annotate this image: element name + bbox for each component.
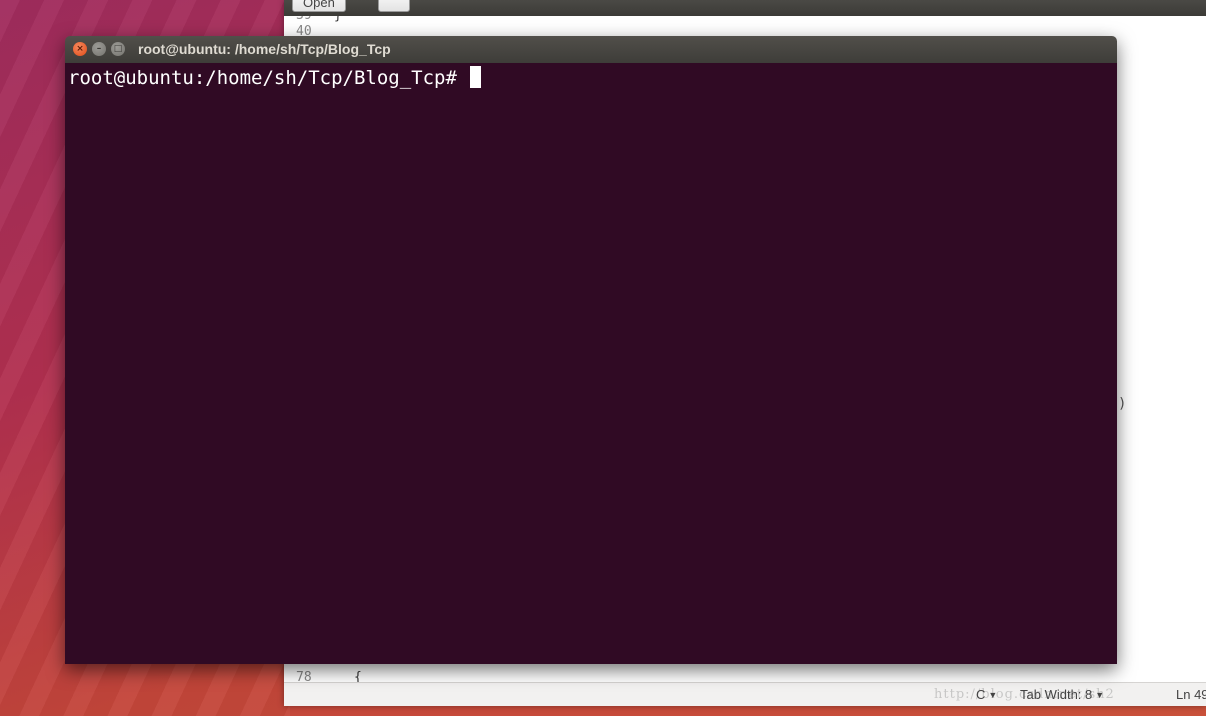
window-title: root@ubuntu: /home/sh/Tcp/Blog_Tcp [138,41,391,57]
chevron-down-icon: ▼ [988,690,998,700]
code-line: } [334,16,342,23]
minimize-button[interactable]: – [92,42,106,56]
maximize-button[interactable]: □ [111,42,125,56]
code-line: { [354,670,362,682]
cursor-position: Ln 49 [1176,687,1206,702]
tab-width-label: Tab Width: 8 [1020,687,1093,702]
chevron-down-icon: ▼ [1095,690,1105,700]
shell-prompt-line[interactable]: root@ubuntu:/home/sh/Tcp/Blog_Tcp# [68,66,482,89]
terminal-output-area[interactable]: root@ubuntu:/home/sh/Tcp/Blog_Tcp# [65,63,1117,664]
text-cursor [470,66,482,88]
new-tab-button[interactable] [378,0,410,12]
minimize-icon: – [96,44,102,54]
line-number: 78 [296,670,312,682]
close-icon: × [76,44,84,54]
shell-prompt: root@ubuntu:/home/sh/Tcp/Blog_Tcp# [68,67,469,89]
code-fragment: ) [1118,396,1127,412]
language-label: C [976,687,986,702]
tab-width-selector[interactable]: Tab Width: 8 ▼ [1020,687,1104,702]
language-selector[interactable]: C ▼ [976,687,997,702]
maximize-icon: □ [113,44,123,54]
editor-statusbar: http://blog.csdn.net/sh2 C ▼ Tab Width: 8… [284,682,1206,706]
close-button[interactable]: × [73,42,87,56]
open-button[interactable]: Open [292,0,346,12]
terminal-window[interactable]: × – □ root@ubuntu: /home/sh/Tcp/Blog_Tcp… [65,36,1117,664]
editor-toolbar: Open [284,0,1206,16]
line-number: 39 [296,16,326,23]
terminal-titlebar[interactable]: × – □ root@ubuntu: /home/sh/Tcp/Blog_Tcp [65,36,1117,63]
